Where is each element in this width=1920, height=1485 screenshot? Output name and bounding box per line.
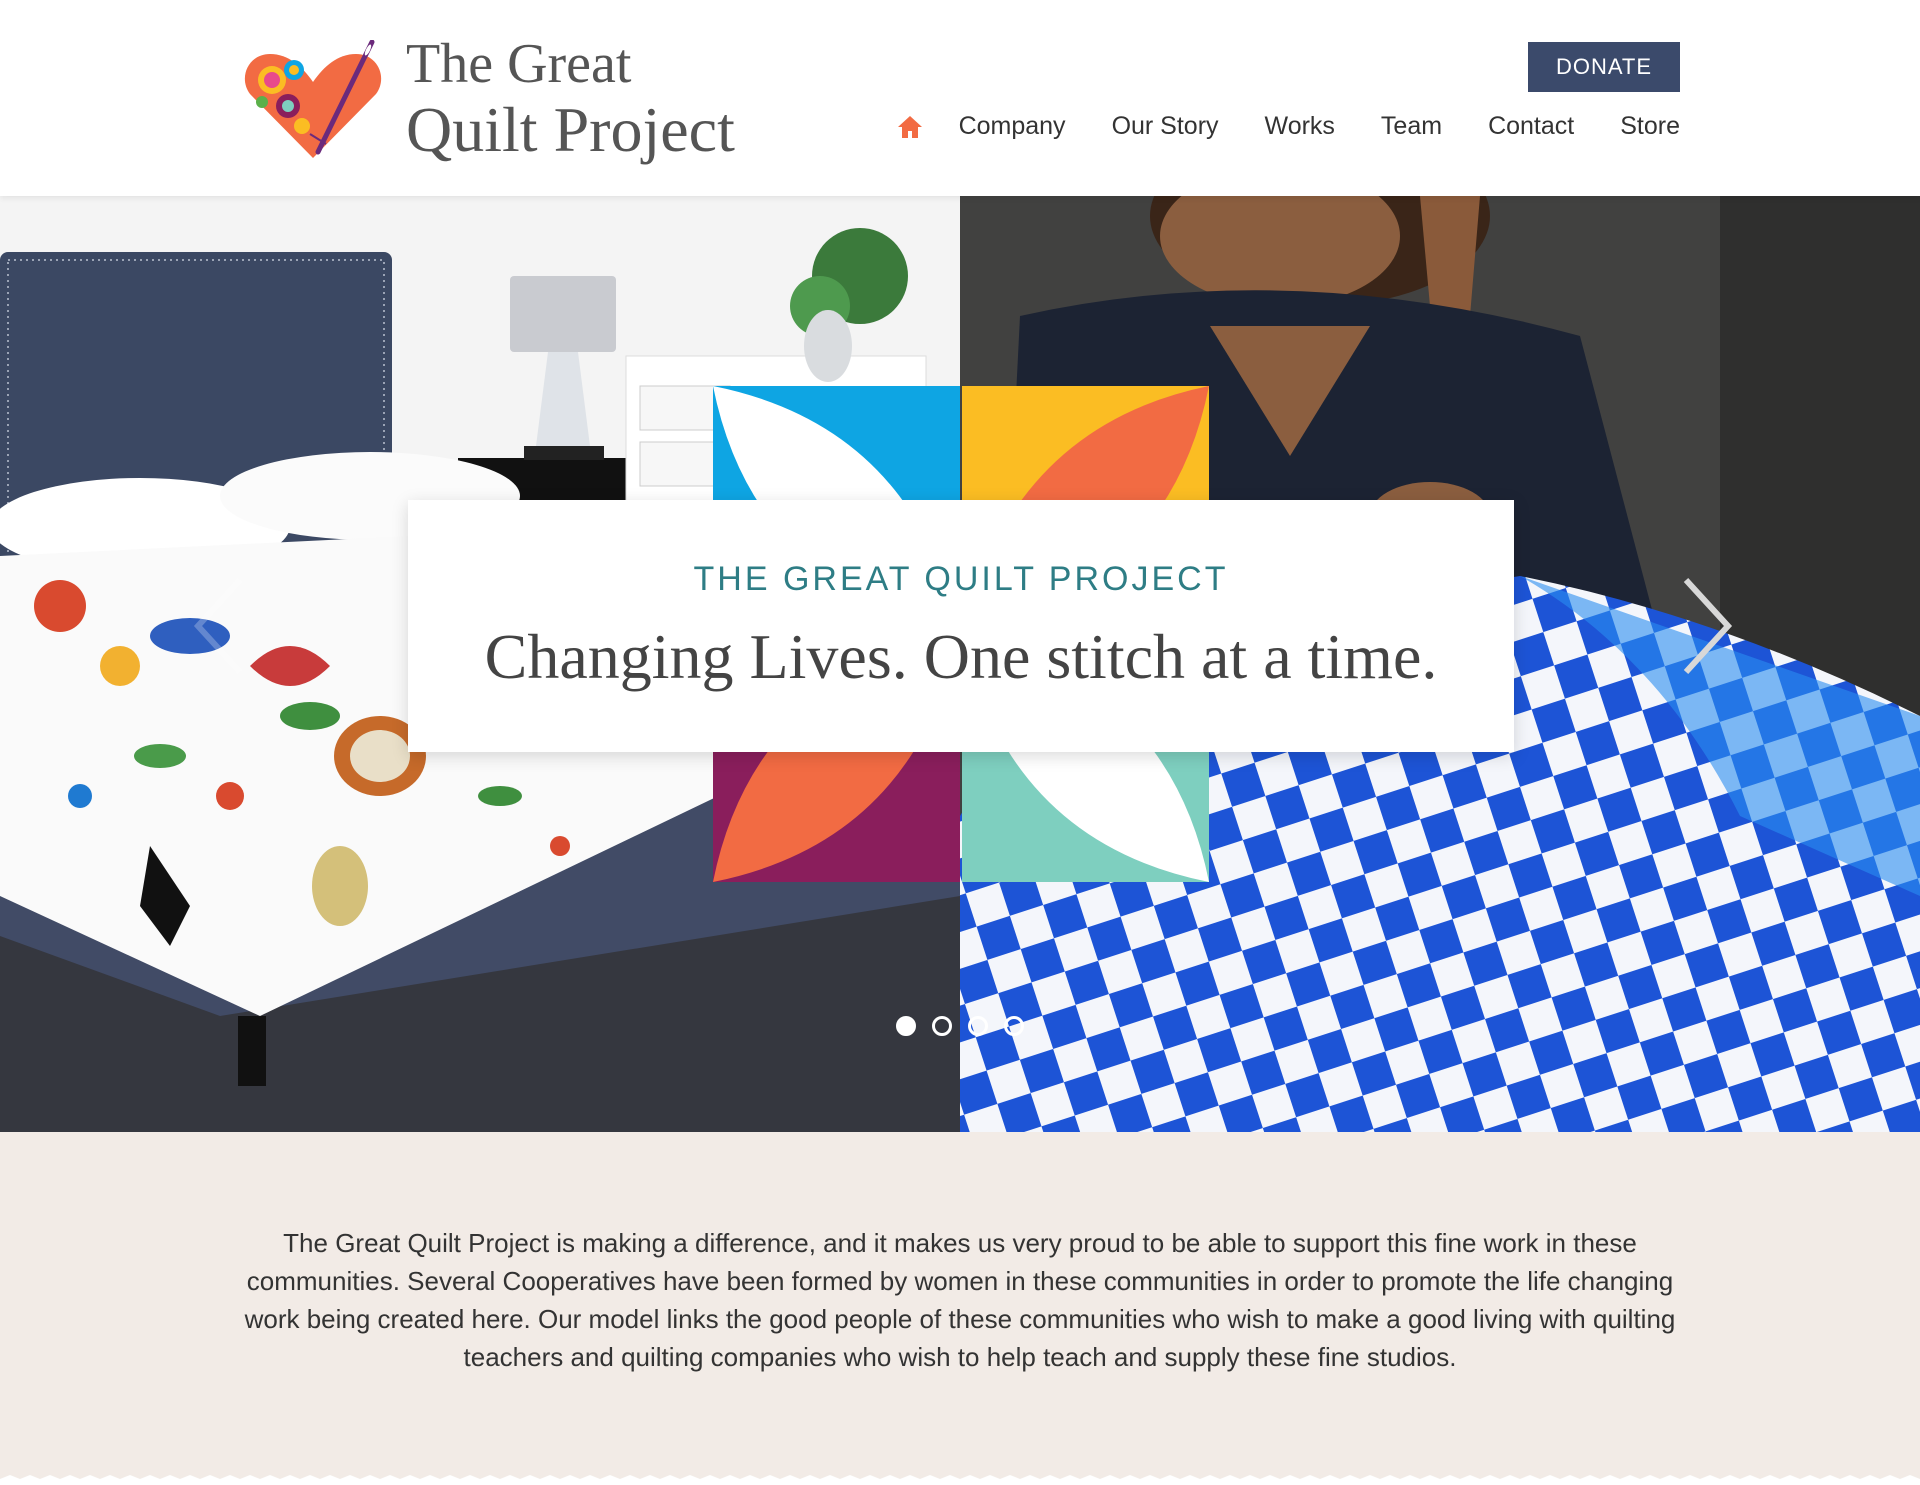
nav-item-contact[interactable]: Contact (1488, 112, 1574, 141)
nav-item-our-story[interactable]: Our Story (1112, 112, 1219, 141)
main-nav: Company Our Story Works Team Contact Sto… (897, 112, 1680, 141)
slider-pagination (896, 1016, 1040, 1036)
hero-kicker: THE GREAT QUILT PROJECT (693, 560, 1229, 598)
slider-dot-1[interactable] (896, 1016, 916, 1036)
hero-headline-card: THE GREAT QUILT PROJECT Changing Lives. … (408, 500, 1514, 752)
nav-item-team[interactable]: Team (1381, 112, 1442, 141)
home-icon[interactable] (897, 115, 923, 139)
slider-dot-3[interactable] (968, 1016, 988, 1036)
nav-item-store[interactable]: Store (1620, 112, 1680, 141)
chevron-left-icon[interactable] (190, 576, 250, 676)
chevron-right-icon[interactable] (1676, 576, 1736, 676)
donate-button[interactable]: DONATE (1528, 42, 1680, 92)
slider-dot-4[interactable] (1004, 1016, 1024, 1036)
nav-item-works[interactable]: Works (1265, 112, 1335, 141)
logo-text-line2: Quilt Project (406, 94, 735, 165)
heart-quilt-needle-logo-icon (244, 40, 382, 158)
zigzag-divider (0, 1475, 1920, 1485)
logo-text-line1: The Great (406, 33, 632, 95)
about-paragraph: The Great Quilt Project is making a diff… (244, 1228, 1676, 1372)
nav-item-company[interactable]: Company (959, 112, 1066, 141)
hero-headline: Changing Lives. One stitch at a time. (484, 621, 1438, 692)
site-logo[interactable]: The Great Quilt Project (244, 32, 764, 172)
about-section: The Great Quilt Project is making a diff… (0, 1132, 1920, 1485)
hero-slider: THE GREAT QUILT PROJECT Changing Lives. … (0, 196, 1920, 1132)
site-header: The Great Quilt Project DONATE Company O… (0, 0, 1920, 196)
slider-dot-2[interactable] (932, 1016, 952, 1036)
